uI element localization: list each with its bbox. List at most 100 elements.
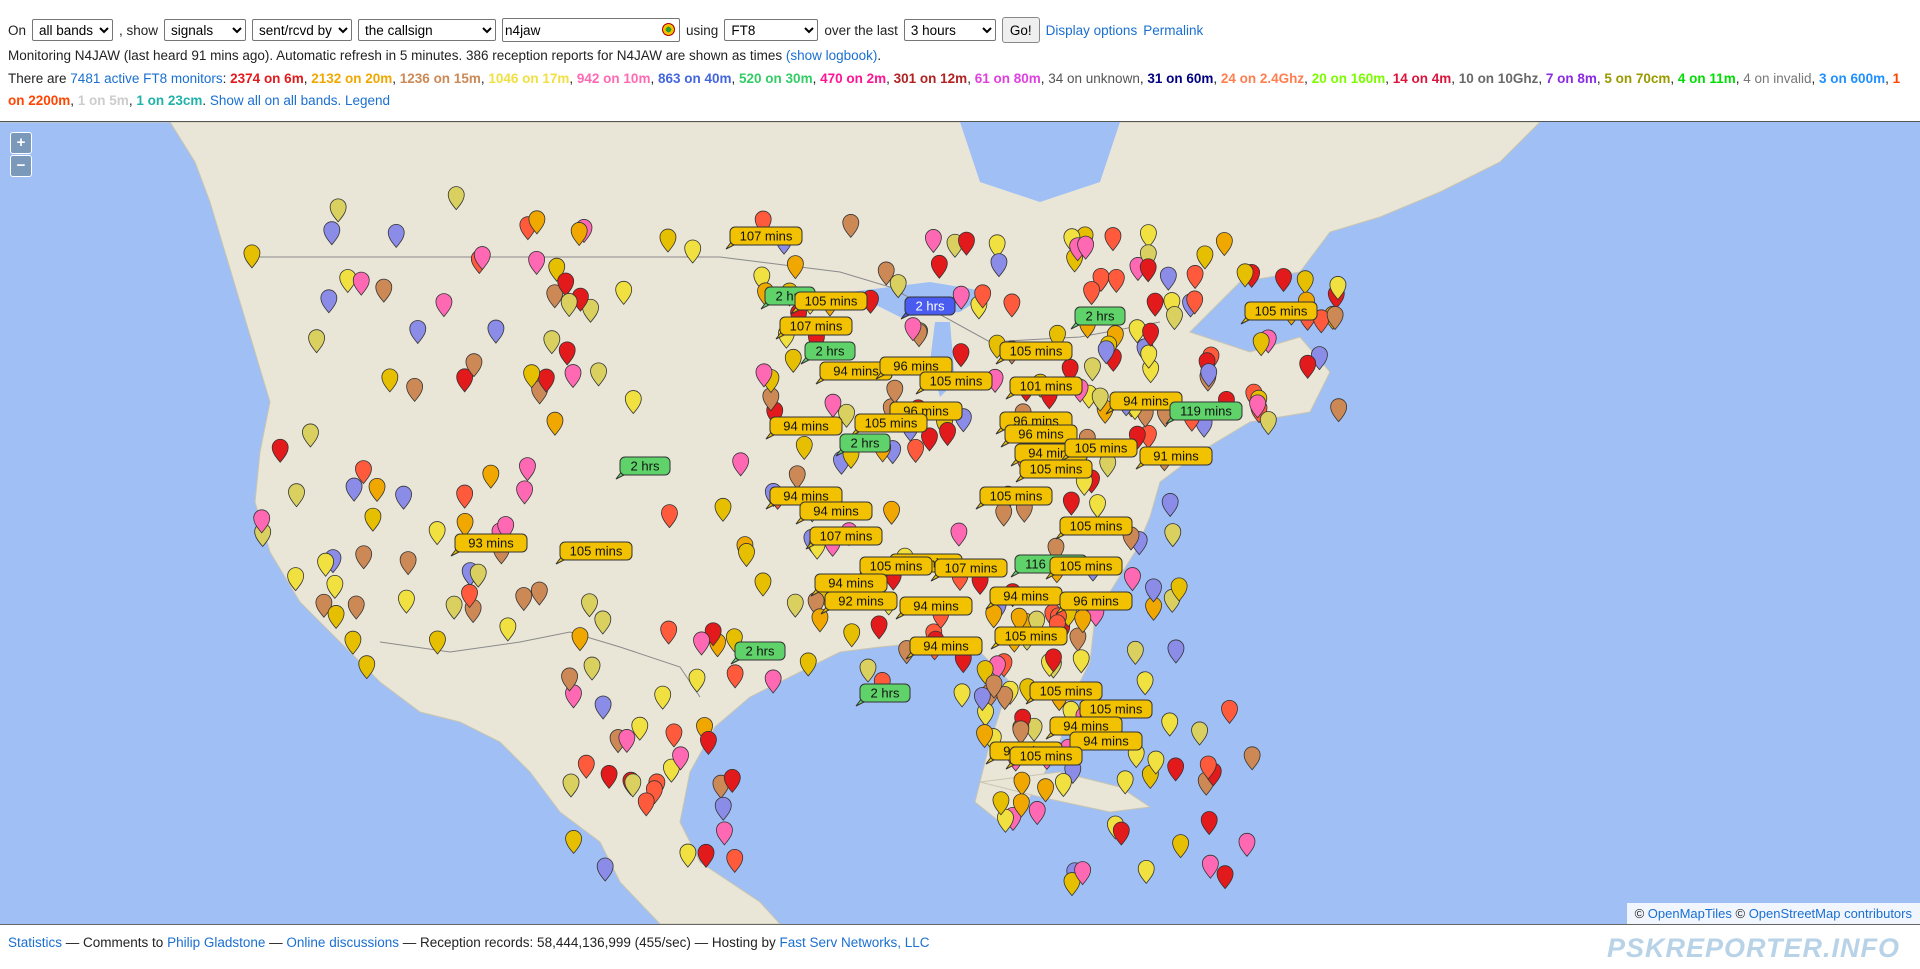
station-pin-icon[interactable] [1137,860,1155,884]
reception-map[interactable]: 107 mins 2 hrs 105 mins 2 hrs 107 mins 2 hrs 1… [0,122,1920,924]
station-pin-icon[interactable] [1191,721,1208,746]
station-pin-icon[interactable] [1221,700,1238,724]
openstreetmap-link[interactable]: OpenStreetMap contributors [1749,906,1912,921]
online-discussions-link[interactable]: Online discussions [286,935,399,950]
band-count[interactable]: 2132 on 20m [311,71,392,86]
report-time-text: 94 mins [828,576,874,591]
station-pin-icon[interactable] [1243,746,1261,771]
openmaptiles-link[interactable]: OpenMapTiles [1648,906,1732,921]
report-time-text: 105 mins [1060,559,1113,574]
band-count[interactable]: 61 on 80m [975,71,1041,86]
report-time-text: 105 mins [1040,684,1093,699]
band-count[interactable]: 3 on 600m [1819,71,1885,86]
station-pin-icon[interactable] [1124,567,1141,592]
station-pin-icon[interactable] [1330,398,1348,423]
band-count[interactable]: 20 on 160m [1312,71,1386,86]
station-pin-icon[interactable] [1201,854,1219,879]
report-time-text: 94 mins [1123,394,1169,409]
station-pin-icon[interactable] [1275,268,1292,293]
mode-select[interactable]: FT8 [724,19,819,41]
band-count[interactable]: 1236 on 15m [400,71,481,86]
station-pin-icon[interactable] [700,731,717,756]
station-pin-icon[interactable] [726,849,744,873]
station-pin-icon[interactable] [1161,712,1179,737]
reception-records-text: — Reception records: 58,444,136,999 (455… [402,935,776,950]
station-pin-icon[interactable] [859,658,877,683]
station-pin-icon[interactable] [716,821,733,846]
station-pin-icon[interactable] [1164,523,1182,548]
station-pin-icon[interactable] [799,652,817,677]
band-count[interactable]: 34 on unknown [1048,71,1140,86]
station-pin-icon[interactable] [1161,493,1179,518]
report-time-text: 107 mins [790,319,843,334]
author-link[interactable]: Philip Gladstone [167,935,265,950]
go-button[interactable]: Go! [1001,17,1040,43]
band-count[interactable]: 1 on 23cm [136,93,202,108]
show-logbook-link[interactable]: (show logbook) [786,48,878,63]
zoom-out-button[interactable]: − [10,155,32,177]
report-time-text: 96 mins [893,359,939,374]
station-pin-icon[interactable] [953,683,971,708]
station-pin-icon[interactable] [565,830,583,855]
band-count[interactable]: 14 on 4m [1393,71,1452,86]
station-pin-icon[interactable] [714,796,732,821]
station-pin-icon[interactable] [1296,270,1314,295]
station-pin-icon[interactable] [764,669,782,694]
band-count[interactable]: 24 on 2.4Ghz [1221,71,1304,86]
copyright-symbol: © [1634,906,1645,921]
permalink-link[interactable]: Permalink [1143,23,1203,38]
band-count[interactable]: 942 on 10m [577,71,651,86]
report-time-text: 94 mins [813,504,859,519]
report-time-text: 105 mins [930,374,983,389]
band-count[interactable]: 5 on 70cm [1604,71,1670,86]
band-count[interactable]: 10 on 10Ghz [1459,71,1539,86]
show-select[interactable]: signals [164,19,247,41]
band-count[interactable]: 520 on 30m [739,71,813,86]
band-count[interactable]: 1046 on 17m [488,71,569,86]
band-count[interactable]: 2374 on 6m [230,71,304,86]
report-time-label[interactable]: 2 hrs [855,683,911,707]
display-options-link[interactable]: Display options [1046,23,1138,38]
station-pin-icon[interactable] [1216,865,1234,890]
band-count[interactable]: 1 on 5m [78,93,129,108]
callsign-input[interactable] [502,18,681,42]
show-all-bands-link[interactable]: Show all on all bands. [210,93,341,108]
direction-select[interactable]: sent/rcvd by [252,19,353,41]
map-attribution: © OpenMapTiles © OpenStreetMap contribut… [1626,903,1920,924]
station-pin-icon[interactable] [1172,834,1190,859]
report-time-text: 105 mins [1090,702,1143,717]
target-select[interactable]: the callsign [358,19,497,41]
station-pin-icon[interactable] [596,857,614,882]
station-pin-icon[interactable] [1167,639,1185,664]
band-select[interactable]: all bands [32,19,114,41]
band-count[interactable]: 4 on invalid [1743,71,1811,86]
hosting-link[interactable]: Fast Serv Networks, LLC [779,935,929,950]
band-count[interactable]: 470 on 2m [820,71,886,86]
station-pin-icon[interactable] [1259,411,1277,436]
station-pin-icon[interactable] [1200,811,1218,836]
band-count[interactable]: 863 on 40m [658,71,732,86]
station-pin-icon[interactable] [358,655,376,680]
monitors-colon: : [222,71,227,86]
station-pin-icon[interactable] [1145,578,1162,603]
station-pin-icon[interactable] [1167,757,1185,782]
report-time-text: 2 hrs [851,436,880,451]
band-count[interactable]: 7 on 8m [1546,71,1597,86]
period-select[interactable]: 3 hours [903,19,996,41]
station-pin-icon[interactable] [1326,306,1344,331]
report-time-text: 105 mins [870,559,923,574]
station-pin-icon[interactable] [1238,832,1256,857]
zoom-in-button[interactable]: + [10,132,32,154]
legend-link[interactable]: Legend [345,93,390,108]
station-pin-icon[interactable] [1028,801,1046,826]
active-monitors-link[interactable]: 7481 active FT8 monitors [70,71,222,86]
station-pin-icon[interactable] [1126,641,1144,665]
band-count[interactable]: 301 on 12m [894,71,968,86]
status-indicator-icon [662,23,676,36]
band-count[interactable]: 4 on 11m [1678,71,1736,86]
station-pin-icon[interactable] [1136,671,1154,696]
band-count[interactable]: 31 on 60m [1147,71,1213,86]
statistics-link[interactable]: Statistics [8,935,62,950]
report-time-text: 119 mins [1180,404,1232,419]
station-pin-icon[interactable] [1112,821,1130,846]
